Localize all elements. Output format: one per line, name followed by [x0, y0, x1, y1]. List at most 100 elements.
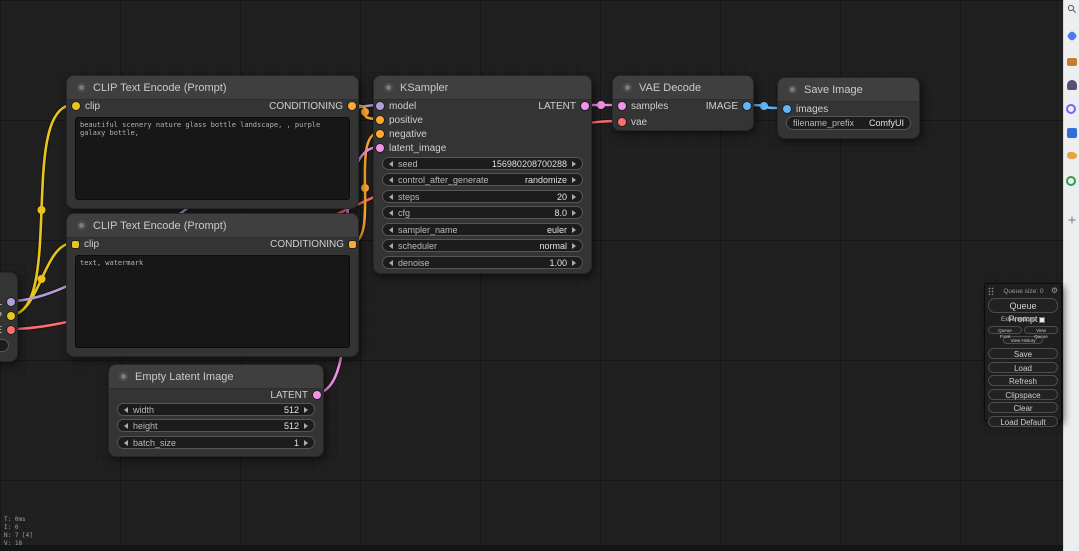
decrement-arrow-icon[interactable] — [124, 439, 128, 446]
recycle-icon[interactable] — [1066, 176, 1076, 186]
output-slot-clip[interactable]: CLIP — [0, 309, 15, 323]
input-slot-clip[interactable]: clip — [72, 99, 100, 113]
increment-arrow-icon[interactable] — [304, 406, 308, 413]
increment-arrow-icon[interactable] — [572, 226, 576, 233]
input-slot-clip[interactable]: clip — [72, 237, 99, 251]
decrement-arrow-icon[interactable] — [389, 226, 393, 233]
input-slot-negative[interactable]: negative — [376, 127, 427, 141]
collapse-dot-icon[interactable] — [119, 372, 128, 381]
collapse-dot-icon[interactable] — [384, 83, 393, 92]
output-slot-model[interactable]: MODEL — [0, 295, 15, 309]
decrement-arrow-icon[interactable] — [389, 176, 393, 183]
input-slot-vae[interactable]: vae — [618, 115, 647, 129]
clip-port-icon[interactable] — [7, 312, 15, 320]
tag-icon[interactable] — [1066, 30, 1078, 42]
view-queue-button[interactable]: View Queue — [1024, 326, 1058, 339]
decrement-arrow-icon[interactable] — [389, 160, 393, 167]
output-slot-vae[interactable]: VAE — [0, 323, 15, 337]
node-title-bar[interactable]: VAE Decode — [613, 76, 753, 100]
clip-port-icon[interactable] — [72, 240, 79, 248]
control-after-generate-widget[interactable]: control_after_generate randomize — [382, 173, 583, 186]
height-widget[interactable]: height 512 — [117, 419, 315, 432]
node-title-bar[interactable]: Empty Latent Image — [109, 365, 323, 389]
increment-arrow-icon[interactable] — [572, 176, 576, 183]
output-slot-image[interactable]: IMAGE — [706, 99, 751, 113]
conditioning-port-icon[interactable] — [376, 116, 384, 124]
decrement-arrow-icon[interactable] — [389, 193, 393, 200]
increment-arrow-icon[interactable] — [304, 422, 308, 429]
plus-icon[interactable] — [1067, 215, 1077, 225]
clipspace-button[interactable]: Clipspace — [988, 388, 1058, 400]
output-slot-conditioning[interactable]: CONDITIONING — [269, 99, 356, 113]
vae-port-icon[interactable] — [7, 326, 15, 334]
latent-port-icon[interactable] — [376, 144, 384, 152]
collapse-dot-icon[interactable] — [623, 83, 632, 92]
clip-text-encode-negative-node[interactable]: CLIP Text Encode (Prompt) clip CONDITION… — [66, 213, 359, 357]
denoise-widget[interactable]: denoise 1.00 — [382, 256, 583, 269]
increment-arrow-icon[interactable] — [304, 439, 308, 446]
conditioning-port-icon[interactable] — [349, 240, 356, 248]
collapse-dot-icon[interactable] — [788, 85, 797, 94]
output-slot-conditioning[interactable]: CONDITIONING — [270, 237, 356, 251]
latent-port-icon[interactable] — [313, 391, 321, 399]
increment-arrow-icon[interactable] — [572, 193, 576, 200]
clip-text-encode-positive-node[interactable]: CLIP Text Encode (Prompt) clip CONDITION… — [66, 75, 359, 209]
width-widget[interactable]: width 512 — [117, 403, 315, 416]
positive-prompt-textarea[interactable]: beautiful scenery nature glass bottle la… — [75, 117, 350, 200]
sampler-name-widget[interactable]: sampler_name euler — [382, 223, 583, 236]
image-port-icon[interactable] — [783, 105, 791, 113]
queue-front-button[interactable]: Queue Front — [988, 326, 1022, 339]
decrement-arrow-icon[interactable] — [389, 242, 393, 249]
steps-widget[interactable]: steps 20 — [382, 190, 583, 203]
node-title-bar[interactable]: CLIP Text Encode (Prompt) — [67, 76, 358, 100]
latent-port-icon[interactable] — [581, 102, 589, 110]
empty-latent-image-node[interactable]: Empty Latent Image LATENT width 512 heig… — [108, 364, 324, 457]
scheduler-widget[interactable]: scheduler normal — [382, 239, 583, 252]
node-title-bar[interactable]: CLIP Text Encode (Prompt) — [67, 214, 358, 238]
negative-prompt-textarea[interactable]: text, watermark — [75, 255, 350, 348]
briefcase-icon[interactable] — [1067, 58, 1077, 66]
output-slot-latent[interactable]: LATENT — [270, 388, 321, 402]
input-slot-samples[interactable]: samples — [618, 99, 668, 113]
collapse-dot-icon[interactable] — [77, 83, 86, 92]
output-slot-latent[interactable]: LATENT — [538, 99, 589, 113]
load-button[interactable]: Load — [988, 361, 1058, 373]
clear-button[interactable]: Clear — [988, 402, 1058, 413]
model-port-icon[interactable] — [7, 298, 15, 306]
decrement-arrow-icon[interactable] — [389, 209, 393, 216]
cfg-widget[interactable]: cfg 8.0 — [382, 206, 583, 219]
input-slot-images[interactable]: images — [783, 102, 828, 116]
person-icon[interactable] — [1067, 80, 1077, 90]
conditioning-port-icon[interactable] — [376, 130, 384, 138]
model-port-icon[interactable] — [376, 102, 384, 110]
save-image-node[interactable]: Save Image images filename_prefix ComfyU… — [777, 77, 920, 139]
increment-arrow-icon[interactable] — [572, 209, 576, 216]
image-port-icon[interactable] — [743, 102, 751, 110]
clip-port-icon[interactable] — [72, 102, 80, 110]
increment-arrow-icon[interactable] — [572, 242, 576, 249]
input-slot-model[interactable]: model — [376, 99, 416, 113]
increment-arrow-icon[interactable] — [572, 259, 576, 266]
filename-prefix-widget[interactable]: filename_prefix ComfyUI — [786, 116, 911, 130]
conditioning-port-icon[interactable] — [348, 102, 356, 110]
graph-canvas[interactable]: MODEL CLIP VAE CLIP Text Encode (Prompt) — [0, 0, 1063, 551]
decrement-arrow-icon[interactable] — [124, 406, 128, 413]
decrement-arrow-icon[interactable] — [389, 259, 393, 266]
checkpoint-name-widget[interactable] — [0, 339, 9, 352]
decrement-arrow-icon[interactable] — [124, 422, 128, 429]
increment-arrow-icon[interactable] — [572, 160, 576, 167]
node-title-bar[interactable]: Save Image — [778, 78, 919, 102]
node-title-bar[interactable]: KSampler — [374, 76, 591, 100]
vae-port-icon[interactable] — [618, 118, 626, 126]
hand-icon[interactable] — [1067, 152, 1077, 159]
app-icon[interactable] — [1067, 128, 1077, 138]
ksampler-node[interactable]: KSampler model positive negative latent_… — [373, 75, 592, 274]
queue-prompt-button[interactable]: Queue Prompt — [988, 298, 1058, 324]
seed-widget[interactable]: seed 156980208700288 — [382, 157, 583, 170]
refresh-button[interactable]: Refresh — [988, 375, 1058, 386]
vae-decode-node[interactable]: VAE Decode samples vae IMAGE — [612, 75, 754, 131]
extra-options-checkbox[interactable] — [1039, 317, 1046, 323]
load-default-button[interactable]: Load Default — [988, 415, 1058, 427]
horizontal-scrollbar[interactable] — [0, 545, 1063, 551]
search-icon[interactable] — [1067, 4, 1077, 14]
